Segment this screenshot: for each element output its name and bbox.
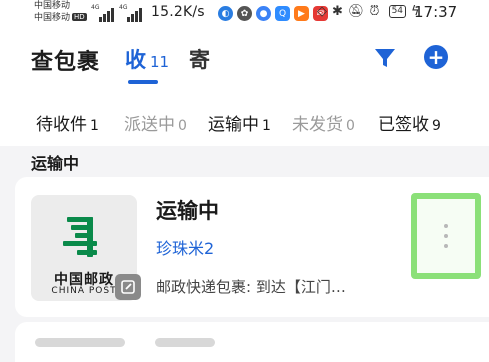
more-dot-icon (444, 244, 448, 248)
notification-icons: ◐ ✿ ● Q ▶ ✉ (218, 6, 328, 21)
bluetooth-icon: ✱ (332, 4, 343, 19)
carrier-2-text: 中国移动 (34, 13, 71, 23)
signal-2-icon: 4G (119, 4, 145, 22)
status-filter-row: 待收件 1 派送中 0 运输中 1 未发货 0 已签收 9 (0, 90, 489, 146)
next-card-preview (15, 322, 489, 362)
placeholder-line (155, 338, 215, 347)
plus-icon: + (427, 45, 445, 69)
tab-receive[interactable]: 收 11 (125, 44, 169, 74)
status-tab-label: 待收件 (36, 115, 87, 135)
tab-receive-label: 收 (125, 48, 146, 72)
status-tab-count: 0 (346, 118, 355, 134)
network-1-label: 4G (91, 4, 100, 11)
status-tab-count: 0 (178, 118, 187, 134)
status-tab-label: 已签收 (378, 115, 429, 135)
carrier-1-label: 中国移动 (34, 1, 71, 11)
more-options-button[interactable] (411, 193, 481, 279)
clock: 17:37 (414, 3, 458, 21)
parcel-tracking-detail: 邮政快递包裹: 到达【江门… (156, 278, 346, 296)
filter-button[interactable] (372, 45, 398, 71)
more-dot-icon (444, 224, 448, 228)
net-speed: 15.2K/s (151, 4, 205, 20)
status-tab-pending[interactable]: 待收件 1 (36, 110, 99, 135)
parcel-status: 运输中 (156, 199, 219, 223)
status-tab-count: 1 (262, 118, 271, 134)
section-title: 运输中 (31, 154, 80, 173)
mute-icon: 🔕︎ (347, 4, 365, 19)
hd-badge: HD (72, 13, 87, 21)
more-dot-icon (444, 234, 448, 238)
placeholder-line (35, 338, 125, 347)
browser-app-icon: ◐ (218, 6, 233, 21)
app-header: 查包裹 收 11 寄 + (0, 30, 489, 90)
status-tab-label: 运输中 (208, 115, 259, 135)
edit-button[interactable] (115, 274, 141, 300)
parcel-card[interactable]: 中国邮政 CHINA POST 运输中 珍珠米2 邮政快递包裹: 到达【江门… (15, 177, 489, 317)
filter-icon (375, 49, 395, 67)
status-tab-delivering[interactable]: 派送中 0 (124, 110, 187, 135)
system-icons: ◇ ✱ 🔕︎ ⏰︎ 54 ϟ (317, 4, 420, 19)
status-tab-label: 未发货 (292, 115, 343, 135)
app-logo: 查包裹 (31, 50, 101, 75)
parcel-name[interactable]: 珍珠米2 (156, 235, 214, 259)
nfc-icon: ◇ (317, 4, 327, 19)
battery-icon: 54 (388, 5, 407, 18)
add-button[interactable]: + (424, 45, 448, 69)
alarm-icon: ⏰︎ (369, 4, 380, 19)
status-tab-count: 1 (90, 118, 99, 134)
carrier-2-label: 中国移动 HD (34, 13, 87, 24)
status-bar: 中国移动 中国移动 HD 4G 4G 15.2K/s ◐ ✿ ● Q ▶ ✉ ◇ … (0, 0, 489, 30)
tab-send[interactable]: 寄 (189, 44, 210, 74)
signal-1-icon: 4G (91, 4, 117, 22)
status-tab-not-shipped[interactable]: 未发货 0 (292, 110, 355, 135)
tab-receive-count: 11 (150, 53, 170, 71)
settings-app-icon: ✿ (237, 6, 252, 21)
edit-icon (121, 280, 135, 294)
status-tab-label: 派送中 (124, 115, 175, 135)
active-tab-indicator (128, 80, 158, 84)
status-tab-signed[interactable]: 已签收 9 (378, 110, 441, 135)
status-tab-in-transit[interactable]: 运输中 1 (208, 110, 271, 135)
video-app-icon: ▶ (294, 6, 309, 21)
network-2-label: 4G (119, 4, 128, 11)
status-tab-count: 9 (432, 118, 441, 134)
app-globe-icon: ● (256, 6, 271, 21)
search-app-icon: Q (275, 6, 290, 21)
